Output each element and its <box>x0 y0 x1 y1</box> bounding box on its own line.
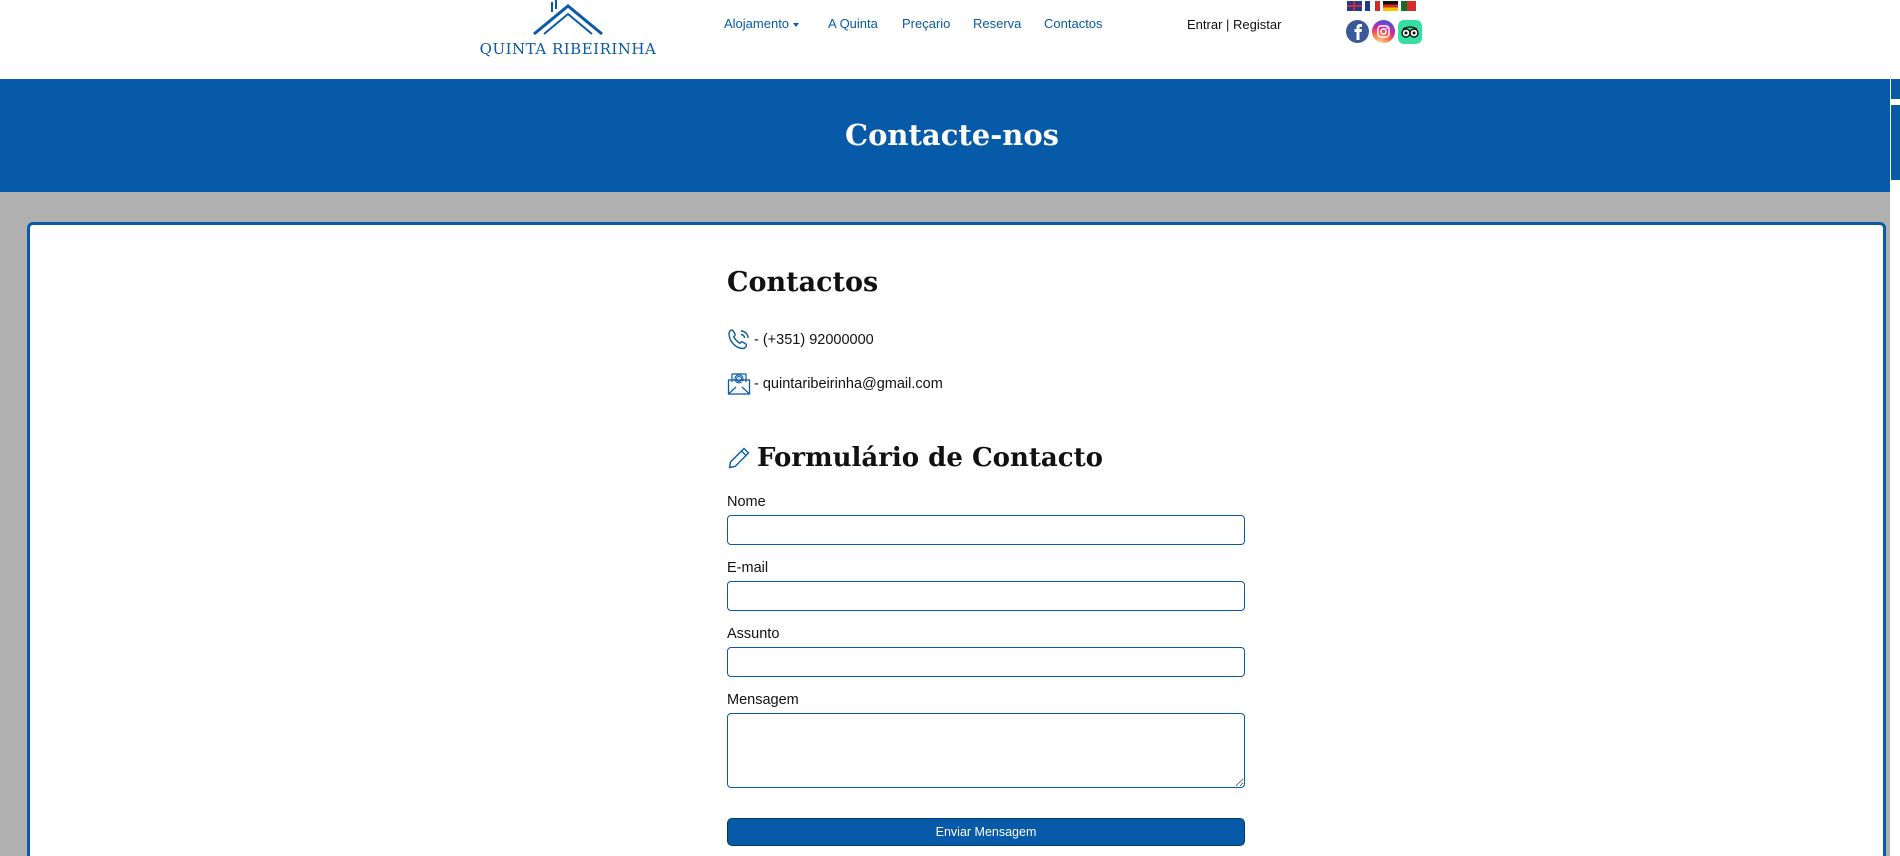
nav-a-quinta[interactable]: A Quinta <box>828 16 902 31</box>
subject-label: Assunto <box>727 626 780 642</box>
language-flags <box>1347 1 1416 11</box>
contact-card: Contactos - (+351) 92000000 - quintaribe… <box>27 222 1886 856</box>
auth-links: Entrar | Registar <box>1187 17 1281 32</box>
caret-down-icon <box>793 22 800 27</box>
email-contact: - quintaribeirinha@gmail.com <box>727 372 943 396</box>
nav-a-quinta-label: A Quinta <box>828 16 878 31</box>
message-label: Mensagem <box>727 692 799 708</box>
form-title: Formulário de Contacto <box>757 443 1103 473</box>
register-link[interactable]: Registar <box>1233 17 1281 32</box>
social-links <box>1346 20 1422 44</box>
nav-precario-label: Preçario <box>902 16 951 31</box>
right-edge-mark <box>1891 79 1900 99</box>
tripadvisor-icon[interactable] <box>1398 20 1422 44</box>
name-input[interactable] <box>727 515 1245 545</box>
email-label: E-mail <box>727 560 769 576</box>
nav-contactos-label: Contactos <box>1044 16 1103 31</box>
nav-alojamento-label: Alojamento <box>724 16 790 31</box>
site-header: QUINTA RIBEIRINHA Alojamento A Quinta Pr… <box>0 0 1900 79</box>
subject-input[interactable] <box>727 647 1245 677</box>
portugal-flag-icon[interactable] <box>1401 1 1416 11</box>
uk-flag-icon[interactable] <box>1347 1 1362 11</box>
mail-at-icon <box>727 373 751 395</box>
message-textarea[interactable] <box>727 713 1245 788</box>
germany-flag-icon[interactable] <box>1383 1 1398 11</box>
send-message-button[interactable]: Enviar Mensagem <box>727 818 1245 846</box>
name-label: Nome <box>727 494 766 510</box>
contacts-heading: Contactos <box>727 267 879 298</box>
logo-text: QUINTA RIBEIRINHA <box>479 40 657 58</box>
auth-separator: | <box>1222 17 1234 32</box>
main-nav: Alojamento A Quinta Preçario Reserva Con… <box>724 16 1103 31</box>
email-text: - quintaribeirinha@gmail.com <box>754 376 943 392</box>
nav-precario[interactable]: Preçario <box>902 16 973 31</box>
nav-alojamento[interactable]: Alojamento <box>724 16 828 31</box>
right-edge-mark <box>1891 105 1900 180</box>
nav-reserva-label: Reserva <box>973 16 1022 31</box>
house-roof-logo-icon <box>533 0 603 36</box>
form-heading: Formulário de Contacto <box>727 443 1103 473</box>
page-banner: Contacte-nos <box>0 79 1890 192</box>
site-logo[interactable]: QUINTA RIBEIRINHA <box>480 0 656 60</box>
page-title: Contacte-nos <box>845 117 1059 152</box>
phone-contact: - (+351) 92000000 <box>727 328 874 352</box>
right-edge-strip <box>1890 79 1900 856</box>
nav-contactos[interactable]: Contactos <box>1044 16 1103 31</box>
login-link[interactable]: Entrar <box>1187 17 1222 32</box>
nav-reserva[interactable]: Reserva <box>973 16 1044 31</box>
france-flag-icon[interactable] <box>1365 1 1380 11</box>
facebook-icon[interactable] <box>1346 20 1369 43</box>
pencil-icon <box>728 447 750 469</box>
phone-text: - (+351) 92000000 <box>754 332 874 348</box>
instagram-icon[interactable] <box>1372 20 1395 43</box>
phone-icon <box>728 329 749 350</box>
email-input[interactable] <box>727 581 1245 611</box>
